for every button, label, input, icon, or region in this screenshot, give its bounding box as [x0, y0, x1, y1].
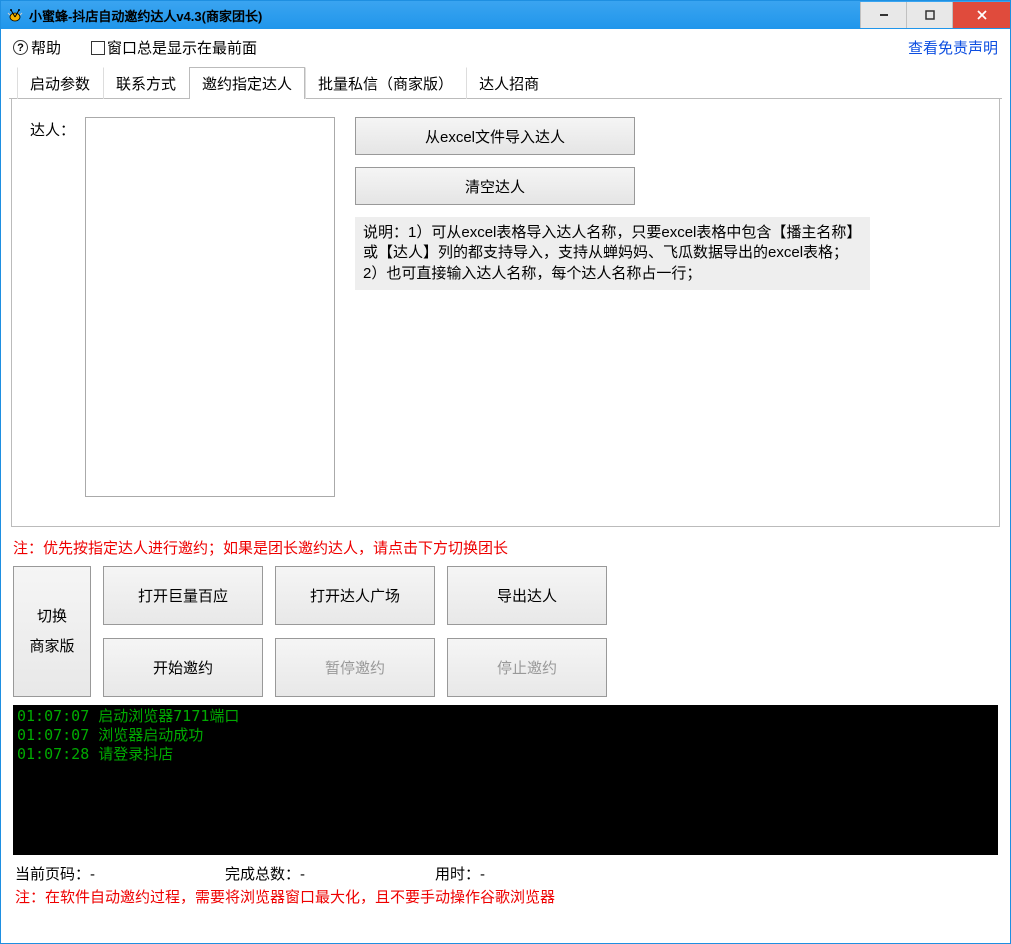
open-square-button[interactable]: 打开达人广场 — [275, 566, 435, 625]
daren-actions-section: 从excel文件导入达人 清空达人 说明：1）可从excel表格导入达人名称，只… — [355, 117, 875, 508]
daren-textarea[interactable] — [85, 117, 335, 497]
status-time: 用时：- — [435, 863, 595, 884]
top-toolbar: ? 帮助 窗口总是显示在最前面 查看免责声明 — [9, 33, 1002, 62]
status-page: 当前页码：- — [15, 863, 175, 884]
titlebar[interactable]: 小蜜蜂-抖店自动邀约达人v4.3(商家团长) — [1, 1, 1010, 29]
tab-batch-dm[interactable]: 批量私信（商家版） — [305, 67, 466, 99]
tab-panel: 达人： 从excel文件导入达人 清空达人 说明：1）可从excel表格导入达人… — [11, 99, 1000, 527]
help-label: 帮助 — [31, 37, 61, 58]
log-console[interactable]: 01:07:07 启动浏览器7171端口 01:07:07 浏览器启动成功 01… — [13, 705, 998, 855]
daren-label: 达人： — [30, 117, 75, 508]
switch-line1: 切换 — [37, 602, 67, 632]
window-title: 小蜜蜂-抖店自动邀约达人v4.3(商家团长) — [29, 6, 262, 25]
tab-startup-params[interactable]: 启动参数 — [17, 67, 103, 99]
description-text: 说明：1）可从excel表格导入达人名称，只要excel表格中包含【播主名称】或… — [355, 217, 870, 290]
app-icon — [7, 7, 23, 23]
switch-merchant-button[interactable]: 切换 商家版 — [13, 566, 91, 697]
switch-line2: 商家版 — [29, 632, 74, 662]
tab-contact[interactable]: 联系方式 — [103, 67, 189, 99]
export-daren-button[interactable]: 导出达人 — [447, 566, 607, 625]
clear-daren-button[interactable]: 清空达人 — [355, 167, 635, 205]
stop-invite-button[interactable]: 停止邀约 — [447, 638, 607, 697]
start-invite-button[interactable]: 开始邀约 — [103, 638, 263, 697]
app-window: 小蜜蜂-抖店自动邀约达人v4.3(商家团长) ? 帮助 窗口总是显示在最前面 查… — [0, 0, 1011, 944]
status-done: 完成总数：- — [225, 863, 385, 884]
close-button[interactable] — [952, 2, 1010, 28]
note-bottom: 注：在软件自动邀约过程，需要将浏览器窗口最大化，且不要手动操作谷歌浏览器 — [9, 884, 1002, 913]
always-on-top-checkbox[interactable]: 窗口总是显示在最前面 — [91, 37, 257, 58]
status-bar: 当前页码：- 完成总数：- 用时：- — [9, 859, 1002, 884]
daren-input-section: 达人： — [30, 117, 335, 508]
tab-daren-recruit[interactable]: 达人招商 — [466, 67, 552, 99]
tab-bar: 启动参数 联系方式 邀约指定达人 批量私信（商家版） 达人招商 — [9, 66, 1002, 99]
checkbox-label: 窗口总是显示在最前面 — [107, 37, 257, 58]
maximize-button[interactable] — [906, 2, 952, 28]
help-link[interactable]: ? 帮助 — [13, 37, 61, 58]
open-juliang-button[interactable]: 打开巨量百应 — [103, 566, 263, 625]
help-icon: ? — [13, 40, 28, 55]
checkbox-box — [91, 41, 105, 55]
pause-invite-button[interactable]: 暂停邀约 — [275, 638, 435, 697]
tab-invite-daren[interactable]: 邀约指定达人 — [189, 67, 305, 99]
import-excel-button[interactable]: 从excel文件导入达人 — [355, 117, 635, 155]
minimize-button[interactable] — [860, 2, 906, 28]
note-priority: 注：优先按指定达人进行邀约；如果是团长邀约达人，请点击下方切换团长 — [9, 527, 1002, 566]
content-area: ? 帮助 窗口总是显示在最前面 查看免责声明 启动参数 联系方式 邀约指定达人 … — [1, 29, 1010, 943]
action-button-grid: 切换 商家版 打开巨量百应 开始邀约 打开达人广场 暂停邀约 导出达人 停止邀约 — [9, 566, 1002, 697]
disclaimer-link[interactable]: 查看免责声明 — [908, 37, 998, 58]
